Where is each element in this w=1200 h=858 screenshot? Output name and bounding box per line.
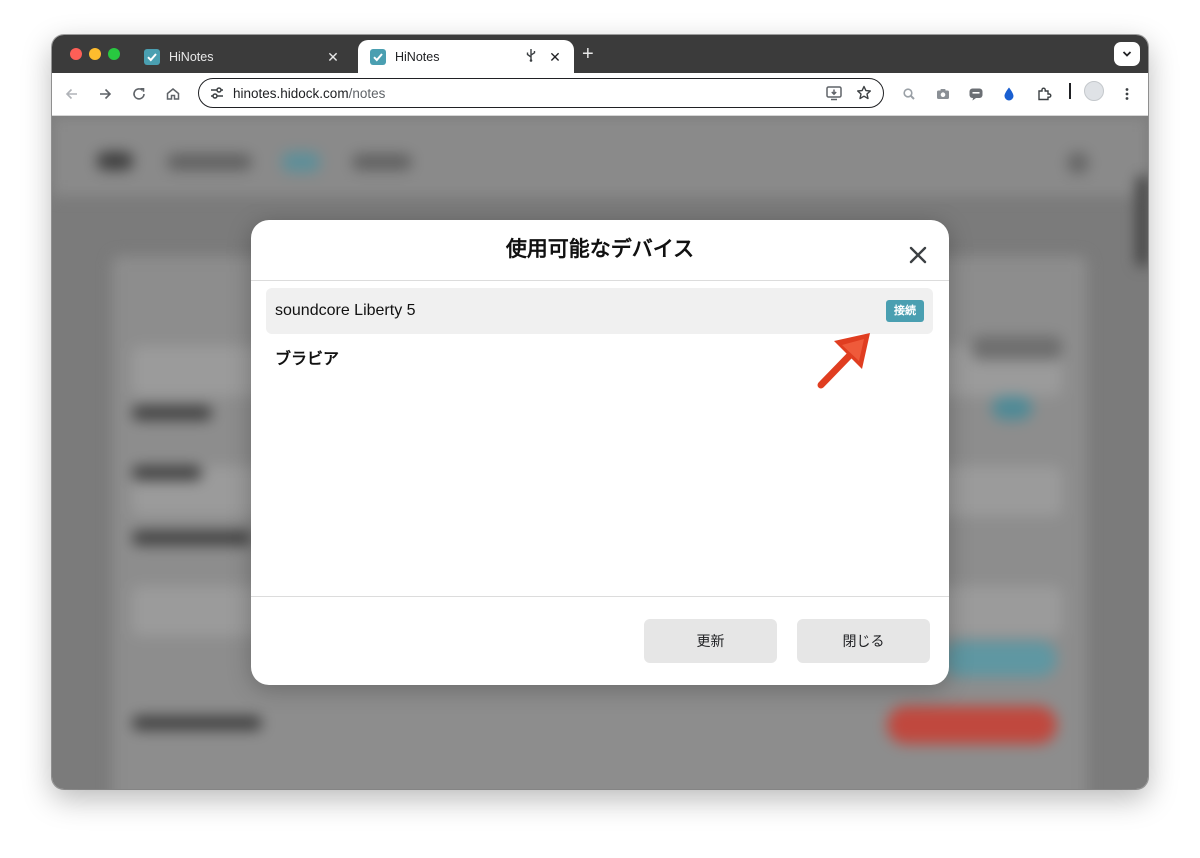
page-content: 使用可能なデバイス soundcore Liberty 5 接続 ブラビア 更新…: [52, 116, 1148, 789]
bookmark-star-icon[interactable]: [855, 84, 873, 102]
window-close-control[interactable]: [70, 48, 82, 60]
toolbar-separator: [1069, 83, 1071, 99]
hinotes-favicon-icon: [370, 48, 386, 65]
profile-avatar[interactable]: [1084, 81, 1104, 101]
tab-search-button[interactable]: [1114, 42, 1140, 66]
browser-menu-button[interactable]: [1116, 83, 1138, 105]
extensions-menu-button[interactable]: [1033, 83, 1055, 105]
tab-strip: HiNotes ✕ HiNotes ✕ +: [52, 35, 1148, 73]
dialog-footer-divider: [251, 596, 949, 597]
device-name: soundcore Liberty 5: [275, 302, 416, 319]
close-icon[interactable]: [907, 244, 929, 266]
annotation-arrow-icon: [817, 333, 870, 389]
home-icon: [166, 88, 180, 100]
refresh-button[interactable]: 更新: [644, 619, 777, 663]
tab-title: HiNotes: [169, 49, 214, 64]
tab-hinotes-2[interactable]: HiNotes ✕: [358, 40, 574, 73]
address-bar[interactable]: hinotes.hidock.com/notes: [198, 78, 884, 108]
usb-icon: [522, 48, 540, 65]
available-devices-dialog: 使用可能なデバイス soundcore Liberty 5 接続 ブラビア 更新…: [251, 220, 949, 685]
arrow-left-icon: [65, 88, 77, 100]
install-app-icon[interactable]: [825, 84, 843, 102]
url-path: /notes: [348, 86, 386, 101]
window-minimize-control[interactable]: [89, 48, 101, 60]
arrow-right-icon: [100, 88, 112, 100]
magnifier-icon: [903, 88, 915, 100]
reload-button[interactable]: [128, 83, 150, 105]
hinotes-favicon-icon: [144, 48, 160, 65]
site-settings-icon[interactable]: [209, 85, 225, 101]
new-tab-button[interactable]: +: [582, 44, 594, 64]
browser-toolbar: hinotes.hidock.com/notes 16: [52, 73, 1148, 141]
extension-drop-button[interactable]: [998, 83, 1020, 105]
dialog-title: 使用可能なデバイス: [505, 238, 695, 261]
window-zoom-control[interactable]: [108, 48, 120, 60]
chevron-down-icon: [1122, 51, 1132, 57]
dialog-header-divider: [251, 280, 949, 281]
reload-icon: [133, 88, 145, 100]
camera-icon: [937, 89, 949, 99]
connect-button[interactable]: 接続: [886, 300, 924, 322]
tab-close-icon[interactable]: ✕: [324, 48, 342, 66]
url-host: hinotes.hidock.com: [233, 86, 349, 101]
close-button[interactable]: 閉じる: [797, 619, 930, 663]
tab-title: HiNotes: [395, 49, 440, 64]
extension-camera-button[interactable]: [932, 83, 954, 105]
water-drop-icon: [1004, 87, 1014, 101]
home-button[interactable]: [162, 83, 184, 105]
kebab-menu-icon: [1125, 88, 1129, 100]
extension-chat-button[interactable]: [965, 83, 987, 105]
back-button[interactable]: [61, 83, 83, 105]
extension-search-button[interactable]: [898, 83, 920, 105]
url-text[interactable]: hinotes.hidock.com/notes: [233, 86, 385, 101]
tab-close-icon[interactable]: ✕: [546, 48, 564, 66]
puzzle-piece-icon: [1038, 87, 1052, 101]
tab-hinotes-1[interactable]: HiNotes ✕: [132, 40, 352, 73]
forward-button[interactable]: [94, 83, 116, 105]
chat-bubble-icon: [969, 88, 983, 101]
browser-window: HiNotes ✕ HiNotes ✕ + hinotes.hidock.com…: [52, 35, 1148, 789]
